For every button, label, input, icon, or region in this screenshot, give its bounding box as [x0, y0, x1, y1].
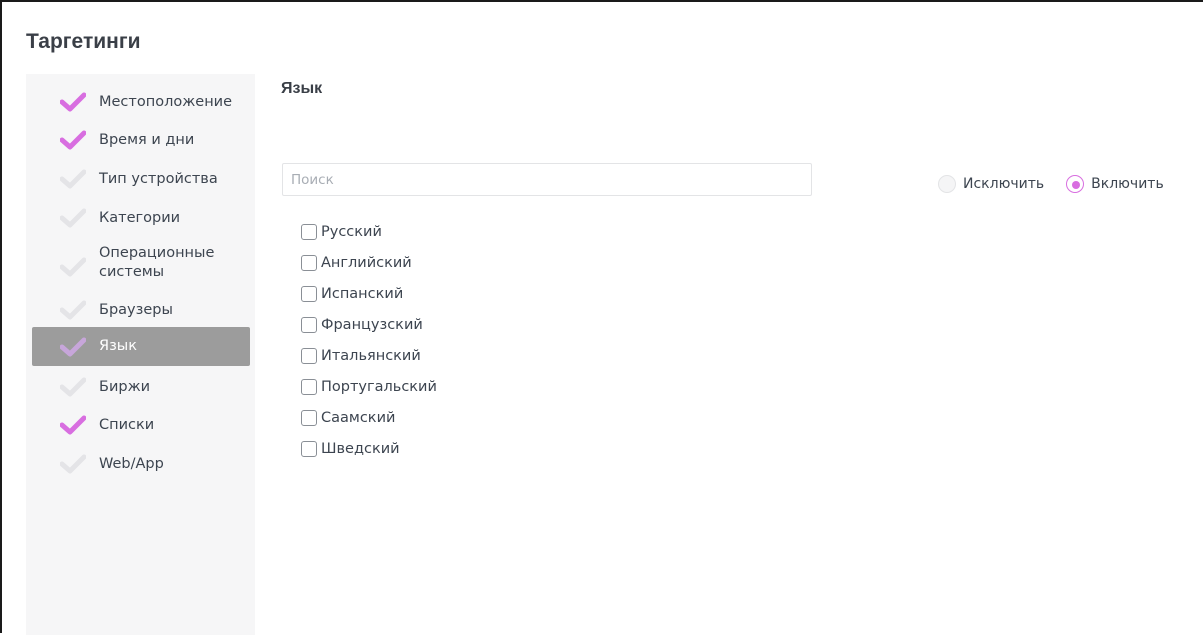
list-item[interactable]: Итальянский	[301, 340, 437, 371]
sidebar-item-exchanges[interactable]: Биржи	[32, 376, 250, 398]
check-icon	[60, 454, 86, 474]
language-label: Итальянский	[321, 347, 421, 364]
radio-circle	[1066, 175, 1085, 193]
section-title: Язык	[281, 80, 323, 97]
language-label: Испанский	[321, 285, 404, 302]
mode-radio-group: Исключить Включить	[938, 172, 1186, 196]
language-label: Английский	[321, 254, 412, 271]
list-item[interactable]: Шведский	[301, 433, 437, 464]
language-list: Русский Английский Испанский Французский…	[301, 216, 437, 464]
sidebar-item-device-type[interactable]: Тип устройства	[32, 168, 250, 190]
check-icon	[60, 92, 86, 112]
include-radio[interactable]: Включить	[1066, 175, 1164, 193]
check-icon	[60, 300, 86, 320]
sidebar-item-label: Категории	[99, 209, 181, 226]
sidebar-item-label: Биржи	[99, 378, 151, 395]
page-title: Таргетинги	[26, 30, 141, 53]
check-icon	[60, 415, 86, 435]
include-label: Включить	[1091, 176, 1164, 192]
sidebar-item-label: Тип устройства	[99, 170, 218, 187]
sidebar-item-label: Списки	[99, 416, 155, 433]
sidebar-item-language[interactable]: Язык	[32, 327, 250, 366]
language-label: Русский	[321, 223, 382, 240]
language-label: Шведский	[321, 440, 400, 457]
radio-circle	[938, 175, 956, 193]
language-label: Саамский	[321, 409, 396, 426]
sidebar-item-categories[interactable]: Категории	[32, 207, 250, 229]
checkbox[interactable]	[301, 409, 317, 426]
checkbox[interactable]	[301, 378, 317, 395]
sidebar: Местоположение Время и дни Тип устройств…	[26, 74, 255, 635]
checkbox[interactable]	[301, 223, 317, 240]
list-item[interactable]: Русский	[301, 216, 437, 247]
app-frame: Таргетинги Местоположение Время и дни Ти…	[0, 0, 1203, 635]
exclude-label: Исключить	[963, 176, 1045, 192]
check-icon	[60, 208, 86, 228]
exclude-radio[interactable]: Исключить	[938, 175, 1044, 193]
check-icon	[60, 337, 86, 356]
check-icon	[60, 377, 86, 397]
sidebar-item-lists[interactable]: Списки	[32, 414, 250, 436]
list-item[interactable]: Французский	[301, 309, 437, 340]
checkbox[interactable]	[301, 440, 317, 457]
sidebar-item-label: Браузеры	[99, 301, 173, 318]
sidebar-item-browsers[interactable]: Браузеры	[32, 299, 250, 321]
checkbox[interactable]	[301, 347, 317, 364]
language-label: Французский	[321, 316, 423, 333]
sidebar-item-time-days[interactable]: Время и дни	[32, 129, 250, 151]
check-icon	[60, 169, 86, 189]
check-icon	[60, 130, 86, 150]
sidebar-item-label: Операционные системы	[99, 245, 215, 280]
sidebar-item-operating-systems[interactable]: Операционные системы	[32, 242, 250, 284]
list-item[interactable]: Португальский	[301, 371, 437, 402]
sidebar-item-web-app[interactable]: Web/App	[32, 453, 250, 475]
search-input[interactable]	[282, 163, 812, 196]
sidebar-item-label: Время и дни	[99, 131, 195, 148]
check-icon	[60, 257, 86, 277]
list-item[interactable]: Испанский	[301, 278, 437, 309]
list-item[interactable]: Английский	[301, 247, 437, 278]
list-item[interactable]: Саамский	[301, 402, 437, 433]
checkbox[interactable]	[301, 254, 317, 271]
sidebar-item-label: Язык	[99, 338, 137, 354]
checkbox[interactable]	[301, 316, 317, 333]
sidebar-item-location[interactable]: Местоположение	[32, 91, 250, 113]
sidebar-item-label: Web/App	[99, 455, 164, 472]
language-label: Португальский	[321, 378, 437, 395]
checkbox[interactable]	[301, 285, 317, 302]
sidebar-item-label: Местоположение	[99, 93, 233, 110]
